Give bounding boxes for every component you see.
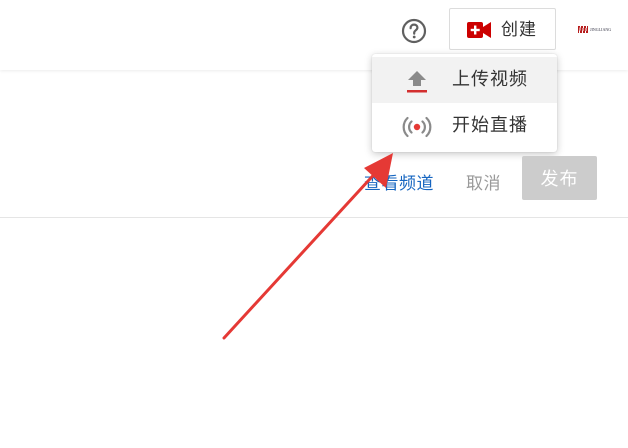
avatar[interactable]: JINGLIANG bbox=[578, 25, 618, 34]
menu-item-label: 上传视频 bbox=[452, 69, 528, 90]
create-button[interactable]: 创建 bbox=[449, 8, 556, 50]
menu-item-label: 开始直播 bbox=[452, 115, 528, 136]
page: 创建 JINGLIANG 上传视频 开始直播 查看频道 取消 发布 bbox=[0, 0, 628, 448]
cancel-button[interactable]: 取消 bbox=[466, 169, 501, 194]
create-button-label: 创建 bbox=[501, 20, 537, 40]
publish-button[interactable]: 发布 bbox=[522, 156, 597, 200]
avatar-text: JINGLIANG bbox=[590, 27, 612, 32]
menu-item-upload-video[interactable]: 上传视频 bbox=[372, 57, 557, 103]
video-camera-add-icon bbox=[467, 22, 491, 38]
help-icon[interactable] bbox=[400, 17, 428, 45]
live-broadcast-icon bbox=[402, 115, 432, 139]
view-channel-link[interactable]: 查看频道 bbox=[364, 169, 434, 194]
channel-logo-icon bbox=[578, 26, 588, 33]
upload-icon bbox=[402, 69, 432, 93]
menu-item-go-live[interactable]: 开始直播 bbox=[372, 103, 557, 149]
create-dropdown-menu: 上传视频 开始直播 bbox=[372, 54, 557, 152]
divider bbox=[0, 217, 628, 218]
